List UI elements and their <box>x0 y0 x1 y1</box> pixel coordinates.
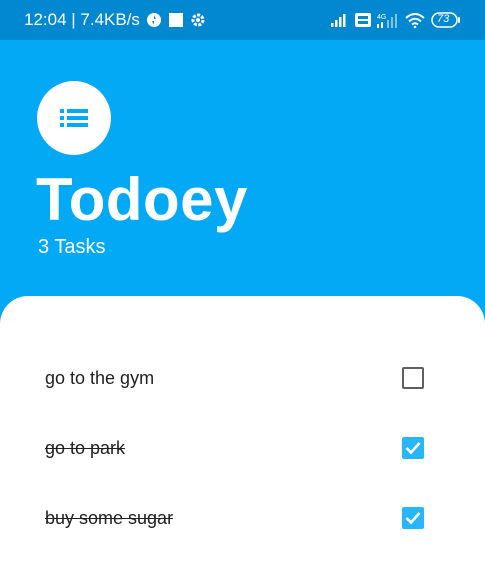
status-bar: 12:04 | 7.4KB/s 4G 73 <box>0 0 485 40</box>
volte-icon <box>355 12 371 28</box>
task-checkbox[interactable] <box>402 507 424 529</box>
task-checkbox[interactable] <box>402 437 424 459</box>
task-label: go to park <box>45 437 126 458</box>
task-item[interactable]: go to park <box>0 413 485 483</box>
svg-text:4G: 4G <box>377 14 386 21</box>
list-icon <box>60 108 88 128</box>
battery-level: 73 <box>437 13 450 25</box>
check-icon <box>405 512 421 525</box>
signal-icon <box>331 13 349 27</box>
app-title: Todoey <box>36 166 248 233</box>
wifi-icon <box>405 12 425 28</box>
task-list: go to the gym go to park buy some sugar <box>0 296 485 553</box>
status-left: 12:04 | 7.4KB/s <box>24 10 206 30</box>
sync-icon <box>146 12 162 28</box>
header: Todoey 3 Tasks <box>0 40 485 300</box>
status-right: 4G 73 <box>331 12 461 28</box>
task-count: 3 Tasks <box>38 236 106 258</box>
task-checkbox[interactable] <box>402 367 424 389</box>
battery-icon: 73 <box>431 12 461 28</box>
task-sheet: go to the gym go to park buy some sugar <box>0 296 485 586</box>
status-time-speed: 12:04 | 7.4KB/s <box>24 10 140 29</box>
task-item[interactable]: go to the gym <box>0 343 485 413</box>
menu-button[interactable] <box>37 81 111 155</box>
app-screen: 12:04 | 7.4KB/s 4G 73 Todoey 3 Tasks go … <box>0 0 485 586</box>
square-icon <box>168 12 184 28</box>
task-label: go to the gym <box>45 367 155 388</box>
task-label: buy some sugar <box>45 507 174 528</box>
signal-4g-icon: 4G <box>377 12 399 28</box>
task-item[interactable]: buy some sugar <box>0 483 485 553</box>
gear-icon <box>190 12 206 28</box>
check-icon <box>405 442 421 455</box>
